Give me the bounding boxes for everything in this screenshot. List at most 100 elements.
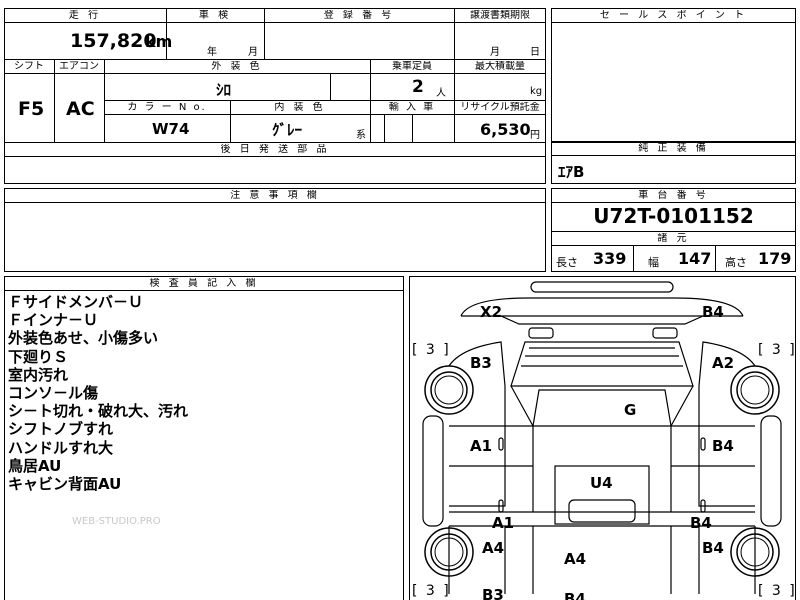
damage-mark: B4 <box>712 437 734 455</box>
divider <box>4 73 546 74</box>
damage-mark: A4 <box>564 550 587 568</box>
recycle-unit: 円 <box>530 130 540 141</box>
mileage-unit: km <box>145 32 173 51</box>
remark-line: シフトノブすれ <box>8 420 114 439</box>
width-label: 幅 <box>648 256 659 269</box>
divider <box>230 100 231 142</box>
divider <box>330 73 331 100</box>
chassis-label: 車 台 番 号 <box>638 190 709 201</box>
aircon-value: AC <box>66 98 95 120</box>
specs-label: 諸 元 <box>657 233 690 244</box>
front-bumper <box>530 281 674 293</box>
chassis-number: U72T-0101152 <box>593 204 754 228</box>
divider <box>384 114 385 142</box>
damage-mark: B4 <box>690 514 712 532</box>
damage-mark: B4 <box>702 539 724 557</box>
interior-color-label: 内 装 色 <box>274 102 326 113</box>
shift-value: F5 <box>18 98 45 120</box>
capacity-value: 2 <box>412 77 424 97</box>
aircon-label: エアコン <box>59 61 99 72</box>
length-value: 339 <box>593 249 627 268</box>
remark-line: Ｆサイドメンバ－Ｕ <box>8 293 144 311</box>
remark-line: コンソ－ル傷 <box>8 384 99 403</box>
transfer-docs-label: 譲渡書類期限 <box>470 10 530 21</box>
capacity-label: 乗車定員 <box>392 61 432 72</box>
windshield-top <box>528 327 554 339</box>
divider <box>715 245 716 272</box>
max-load-unit: kg <box>530 86 543 97</box>
tire-label-rear-left: [ 3 ] <box>412 583 451 599</box>
later-parts-label: 後 日 発 送 部 品 <box>220 144 330 155</box>
exterior-color-value: ｼﾛ <box>216 81 232 99</box>
damage-mark: A1 <box>470 437 493 455</box>
width-value: 147 <box>678 249 712 268</box>
tire-front-left <box>424 365 474 415</box>
genuine-equipment-value: ｴｱB <box>558 163 585 181</box>
transfer-day-unit: 日 <box>530 47 540 58</box>
damage-mark: X2 <box>480 303 503 321</box>
rear-window <box>568 499 636 523</box>
damage-mark: G <box>624 401 637 419</box>
mileage-label: 走 行 <box>68 10 102 21</box>
remark-line: 外装色あせ、小傷多い <box>8 329 159 348</box>
divider <box>104 100 546 101</box>
mileage-value: 157,820 <box>70 30 157 52</box>
remark-line: 鳥居AU <box>8 456 62 475</box>
remark-line: 室内汚れ <box>8 365 69 384</box>
exterior-color-label: 外 装 色 <box>211 61 263 72</box>
color-no-label: カ ラ ー N o. <box>127 102 207 113</box>
front-hood-outline <box>460 297 744 317</box>
caution-label: 注 意 事 項 欄 <box>230 190 320 201</box>
tire-label-front-right: [ 3 ] <box>758 342 797 358</box>
recycle-label: リサイクル預託金 <box>460 102 540 113</box>
divider <box>104 114 546 115</box>
divider <box>454 8 455 59</box>
roof <box>532 389 672 427</box>
inspector-remarks: Ｆサイドメンバ－Ｕ Ｆインナ－Ｕ 外装色あせ、小傷多い 下廻りＳ 室内汚れ コン… <box>8 293 398 493</box>
max-load-label: 最大積載量 <box>475 61 525 72</box>
divider <box>551 231 796 232</box>
remark-line: キャビン背面AU <box>8 475 122 494</box>
genuine-equipment-label: 純 正 装 備 <box>638 143 709 154</box>
damage-mark: A2 <box>712 354 735 372</box>
damage-mark: B3 <box>470 354 492 372</box>
remark-line: ハンドルすれ大 <box>8 438 114 457</box>
height-label: 高さ <box>725 256 747 269</box>
tire-front-right <box>730 365 780 415</box>
recycle-value: 6,530 <box>480 120 531 139</box>
length-label: 長さ <box>556 256 578 269</box>
divider <box>4 59 546 60</box>
color-no-value: W74 <box>152 120 190 138</box>
divider <box>54 59 55 142</box>
sales-point-label: セ ー ル ス ポ イ ン ト <box>599 10 748 21</box>
transfer-month-unit: 月 <box>490 47 500 58</box>
damage-mark: A4 <box>482 539 505 557</box>
tire-label-front-left: [ 3 ] <box>412 342 451 358</box>
interior-color-suffix: 系 <box>356 130 366 141</box>
shift-label: シフト <box>14 61 44 72</box>
windshield <box>510 341 694 387</box>
interior-color-value: ｸﾞﾚｰ <box>272 121 303 139</box>
damage-mark: A1 <box>492 514 515 532</box>
car-diagram <box>422 281 782 594</box>
inspector-label: 検 査 員 記 入 欄 <box>149 278 259 289</box>
divider <box>4 156 546 157</box>
damage-mark: B4 <box>564 590 586 600</box>
divider <box>412 114 413 142</box>
damage-mark: U4 <box>590 474 613 492</box>
divider <box>264 8 265 59</box>
divider <box>4 142 546 143</box>
damage-mark: B3 <box>482 586 504 600</box>
damage-mark: B4 <box>702 303 724 321</box>
remark-line: 下廻りＳ <box>8 347 69 366</box>
divider <box>551 245 796 246</box>
inspection-label: 車 検 <box>198 10 232 21</box>
watermark: WEB-STUDIO.PRO <box>72 516 161 527</box>
remark-line: Ｆインナ－Ｕ <box>8 311 99 330</box>
height-value: 179 <box>758 249 792 268</box>
inspection-year-unit: 年 <box>207 47 217 58</box>
tire-label-rear-right: [ 3 ] <box>758 583 797 599</box>
remark-line: シ－ト切れ・破れ大、汚れ <box>8 402 189 421</box>
inspection-month-unit: 月 <box>248 47 258 58</box>
registration-label: 登 録 番 号 <box>323 10 395 21</box>
